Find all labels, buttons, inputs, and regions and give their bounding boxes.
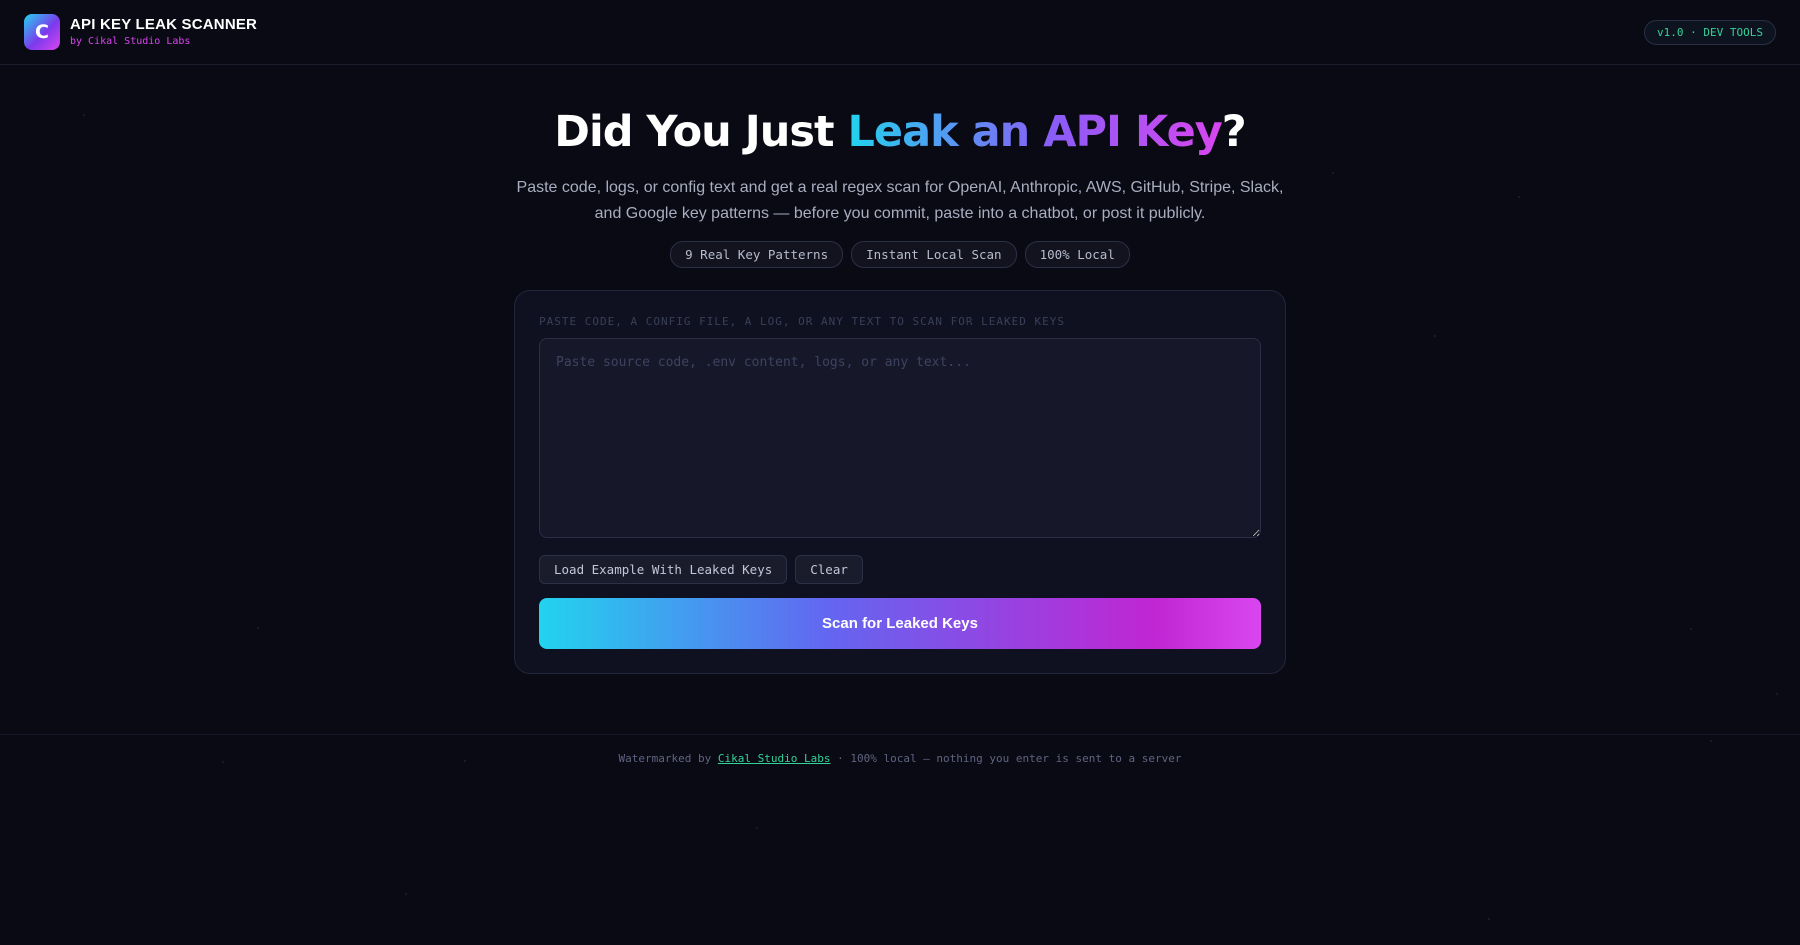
hero: Did You Just Leak an API Key? Paste code… bbox=[0, 107, 1800, 268]
app-title: API KEY LEAK SCANNER bbox=[70, 16, 258, 34]
scanner-card: PASTE CODE, A CONFIG FILE, A LOG, OR ANY… bbox=[514, 290, 1286, 674]
background-star bbox=[83, 114, 85, 116]
clear-button[interactable]: Clear bbox=[795, 555, 863, 584]
background-star bbox=[1488, 918, 1490, 920]
background-star bbox=[1332, 172, 1334, 174]
footer: Watermarked by Cikal Studio Labs · 100% … bbox=[0, 734, 1800, 765]
load-example-button[interactable]: Load Example With Leaked Keys bbox=[539, 555, 788, 584]
background-star bbox=[257, 627, 259, 629]
background-star bbox=[1518, 196, 1520, 198]
input-actions: Load Example With Leaked Keys Clear bbox=[539, 555, 1261, 584]
brand[interactable]: C API KEY LEAK SCANNER by Cikal Studio L… bbox=[24, 14, 257, 50]
logo-icon: C bbox=[24, 14, 60, 50]
footer-link[interactable]: Cikal Studio Labs bbox=[718, 752, 831, 765]
feature-chips: 9 Real Key Patterns Instant Local Scan 1… bbox=[0, 241, 1800, 268]
background-star bbox=[1776, 693, 1778, 695]
page-title: Did You Just Leak an API Key? bbox=[0, 107, 1800, 157]
brand-text: API KEY LEAK SCANNER by Cikal Studio Lab… bbox=[70, 16, 257, 48]
title-prefix: Did You Just bbox=[554, 107, 848, 157]
feature-chip: Instant Local Scan bbox=[851, 241, 1017, 268]
footer-prefix: Watermarked by bbox=[618, 752, 718, 765]
scan-button[interactable]: Scan for Leaked Keys bbox=[539, 598, 1261, 649]
background-star bbox=[1690, 628, 1692, 630]
title-highlight: Leak an API Key bbox=[847, 107, 1223, 157]
page-description: Paste code, logs, or config text and get… bbox=[516, 179, 1284, 222]
app-subtitle: by Cikal Studio Labs bbox=[70, 36, 191, 48]
title-suffix: ? bbox=[1221, 107, 1247, 157]
feature-chip: 100% Local bbox=[1024, 241, 1130, 268]
page: C API KEY LEAK SCANNER by Cikal Studio L… bbox=[0, 0, 1800, 945]
input-label: PASTE CODE, A CONFIG FILE, A LOG, OR ANY… bbox=[539, 315, 1065, 328]
top-bar: C API KEY LEAK SCANNER by Cikal Studio L… bbox=[0, 0, 1800, 65]
background-star bbox=[756, 827, 758, 829]
version-badge: v1.0 · DEV TOOLS bbox=[1644, 19, 1776, 45]
background-star bbox=[405, 893, 407, 895]
background-star bbox=[1434, 335, 1436, 337]
code-input[interactable] bbox=[539, 338, 1261, 538]
footer-suffix: · 100% local — nothing you enter is sent… bbox=[830, 752, 1182, 765]
feature-chip: 9 Real Key Patterns bbox=[670, 241, 844, 268]
